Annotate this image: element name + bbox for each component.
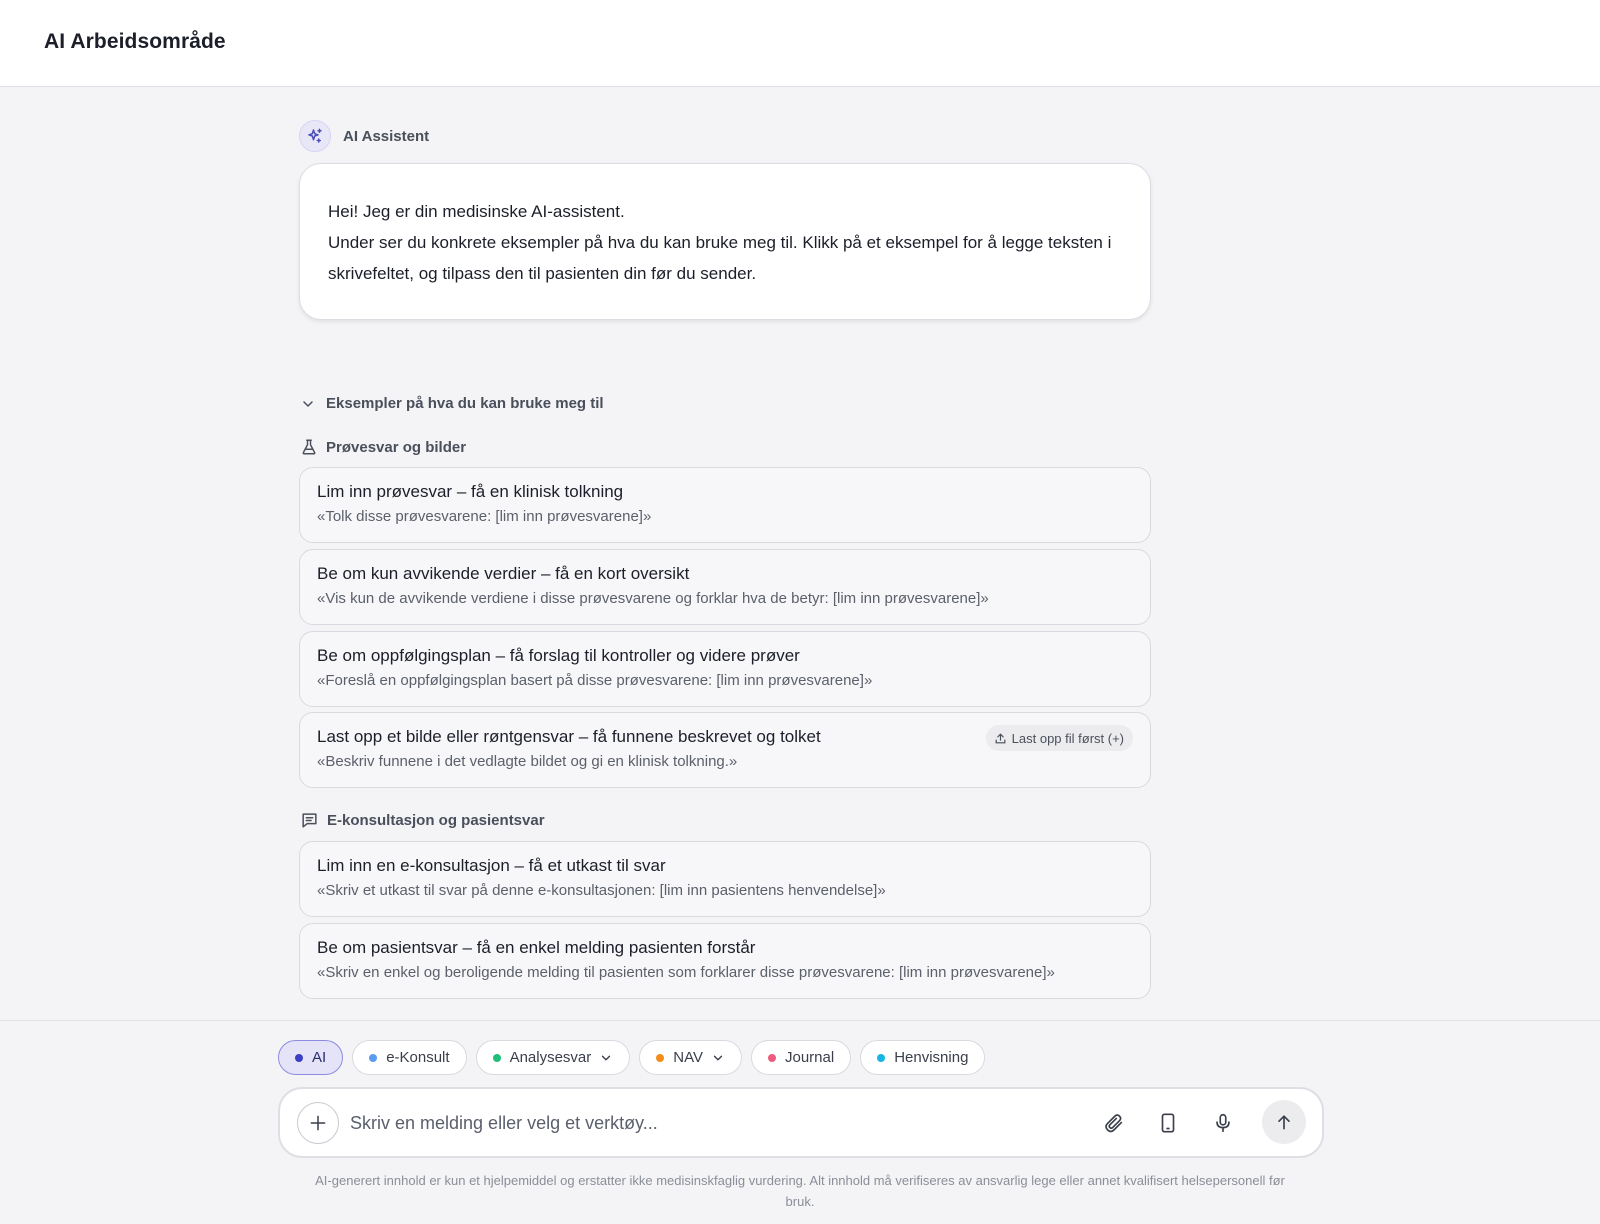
- mode-label: e-Konsult: [386, 1049, 450, 1066]
- badge-label: Last opp fil først (+): [1011, 730, 1124, 746]
- mode-chip-e-konsult[interactable]: e-Konsult: [352, 1040, 467, 1075]
- plus-icon: [310, 1115, 326, 1131]
- upload-first-badge: Last opp fil først (+): [985, 725, 1133, 751]
- examples-toggle-label: Eksempler på hva du kan bruke meg til: [326, 395, 604, 412]
- disclaimer-text: AI-generert innhold er kun et hjelpemidd…: [315, 1173, 1285, 1209]
- mode-chip-analysesvar[interactable]: Analysesvar: [475, 1040, 631, 1075]
- card-prompt: «Foreslå en oppfølgingsplan basert på di…: [317, 672, 873, 689]
- app-title: AI Arbeidsområde: [44, 30, 226, 53]
- message-icon: [302, 813, 317, 828]
- microphone-button[interactable]: [1206, 1106, 1240, 1140]
- chevron-down-icon: [602, 1055, 611, 1060]
- mode-dot: [656, 1053, 665, 1062]
- message-composer: [278, 1087, 1324, 1158]
- examples-toggle[interactable]: Eksempler på hva du kan bruke meg til: [300, 395, 604, 412]
- mode-chips: AI e-Konsult Analysesvar NAV Journal Hen…: [278, 1040, 994, 1075]
- phone-icon: [1161, 1113, 1175, 1133]
- section-header-e-consultation: E-konsultasjon og pasientsvar: [300, 811, 545, 830]
- assistant-name: AI Assistent: [343, 127, 430, 145]
- card-prompt: «Skriv et utkast til svar på denne e-kon…: [317, 882, 886, 899]
- sparkles-icon: [299, 120, 331, 152]
- mode-label: Analysesvar: [509, 1049, 592, 1066]
- section-title: Prøvesvar og bilder: [326, 438, 467, 456]
- flask-icon: [302, 439, 316, 455]
- chevron-down-icon: [303, 400, 313, 407]
- example-card-upload-image[interactable]: Last opp et bilde eller røntgensvar – få…: [299, 712, 1151, 788]
- example-card-patient-reply[interactable]: Be om pasientsvar – få en enkel melding …: [299, 923, 1151, 999]
- mode-chip-ai[interactable]: AI: [278, 1040, 344, 1075]
- upload-icon: [995, 733, 1006, 743]
- device-button[interactable]: [1151, 1106, 1185, 1140]
- arrow-up-icon: [1278, 1115, 1290, 1130]
- mode-chip-henvisning[interactable]: Henvisning: [860, 1040, 986, 1075]
- chevron-down-icon: [713, 1055, 723, 1060]
- mode-chip-nav[interactable]: NAV: [639, 1040, 742, 1075]
- section-title: E-konsultasjon og pasientsvar: [327, 812, 545, 829]
- mode-chip-journal[interactable]: Journal: [751, 1040, 852, 1075]
- card-title: Be om kun avvikende verdier – få en kort…: [317, 564, 690, 583]
- composer-area: AI e-Konsult Analysesvar NAV Journal Hen…: [0, 1020, 1600, 1224]
- mode-dot: [295, 1053, 303, 1062]
- mode-label: Journal: [785, 1049, 835, 1066]
- mode-dot: [492, 1053, 501, 1062]
- card-prompt: «Vis kun de avvikende verdiene i disse p…: [317, 590, 989, 607]
- assistant-header: AI Assistent: [299, 120, 429, 152]
- assistant-intro: Under ser du konkrete eksempler på hva d…: [328, 233, 1112, 283]
- example-card-abnormal-values[interactable]: Be om kun avvikende verdier – få en kort…: [299, 549, 1151, 625]
- example-card-e-consultation-draft[interactable]: Lim inn en e-konsultasjon – få et utkast…: [299, 841, 1151, 917]
- attach-button[interactable]: [1097, 1106, 1131, 1140]
- mode-dot: [877, 1053, 886, 1062]
- card-title: Lim inn prøvesvar – få en klinisk tolkni…: [317, 482, 624, 501]
- add-button[interactable]: [297, 1102, 339, 1144]
- example-card-interpret-results[interactable]: Lim inn prøvesvar – få en klinisk tolkni…: [299, 467, 1151, 543]
- card-prompt: «Skriv en enkel og beroligende melding t…: [317, 964, 1055, 981]
- top-bar: AI Arbeidsområde: [0, 0, 1600, 87]
- mode-label: Henvisning: [894, 1049, 969, 1066]
- section-header-lab-results: Prøvesvar og bilder: [300, 437, 466, 457]
- mode-dot: [768, 1053, 776, 1062]
- mode-label: AI: [312, 1049, 327, 1066]
- mode-dot: [369, 1053, 378, 1062]
- microphone-icon: [1216, 1113, 1230, 1133]
- card-title: Be om oppfølgingsplan – få forslag til k…: [317, 646, 800, 665]
- send-button[interactable]: [1262, 1100, 1306, 1144]
- card-title: Be om pasientsvar – få en enkel melding …: [317, 938, 756, 957]
- card-prompt: «Tolk disse prøvesvarene: [lim inn prøve…: [317, 508, 652, 525]
- assistant-message: Hei! Jeg er din medisinske AI-assistent.…: [299, 163, 1151, 320]
- card-title: Lim inn en e-konsultasjon – få et utkast…: [317, 856, 666, 875]
- mode-label: NAV: [673, 1049, 703, 1066]
- example-card-follow-up-plan[interactable]: Be om oppfølgingsplan – få forslag til k…: [299, 631, 1151, 707]
- card-prompt: «Beskriv funnene i det vedlagte bildet o…: [317, 753, 738, 770]
- message-input[interactable]: [350, 1103, 1070, 1143]
- assistant-greeting: Hei! Jeg er din medisinske AI-assistent.: [328, 202, 625, 221]
- paperclip-icon: [1105, 1114, 1123, 1133]
